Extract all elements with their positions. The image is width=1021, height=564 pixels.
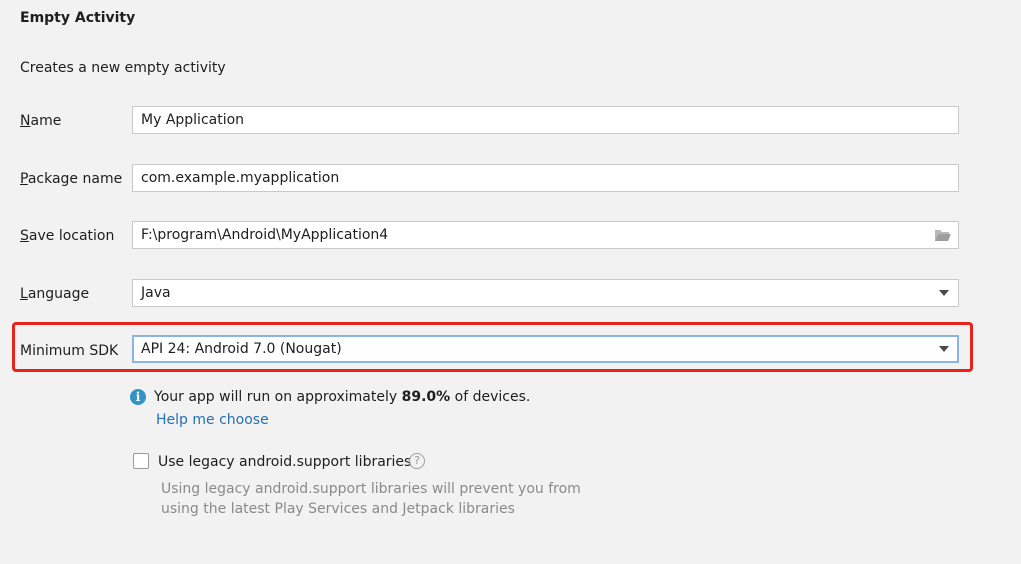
name-label-mnemonic: N [20, 113, 31, 129]
device-coverage-percentage: 89.0% [401, 389, 451, 405]
legacy-support-note: Using legacy android.support libraries w… [161, 481, 581, 517]
page-description: Creates a new empty activity [20, 60, 226, 76]
package-name-field-value: com.example.myapplication [141, 170, 340, 186]
device-coverage-suffix: of devices. [450, 389, 531, 405]
legacy-support-checkbox-label[interactable]: Use legacy android.support libraries [158, 452, 411, 472]
package-name-label-text: ackage name [27, 171, 123, 187]
language-label: Language [20, 284, 89, 304]
save-location-label: Save location [20, 226, 114, 246]
question-mark-icon[interactable]: ? [409, 453, 425, 469]
language-label-mnemonic: L [20, 286, 28, 302]
device-coverage-text: Your app will run on approximately 89.0%… [154, 387, 530, 407]
save-location-label-mnemonic: S [20, 228, 29, 244]
device-coverage-prefix: Your app will run on approximately [154, 389, 402, 405]
package-name-field[interactable]: com.example.myapplication [132, 164, 959, 192]
language-label-text: anguage [27, 286, 90, 302]
chevron-down-icon [939, 290, 949, 296]
language-dropdown[interactable]: Java [132, 279, 959, 307]
save-location-label-text: ave location [28, 228, 115, 244]
legacy-support-checkbox[interactable] [133, 453, 149, 469]
minimum-sdk-dropdown[interactable]: API 24: Android 7.0 (Nougat) [132, 335, 959, 363]
name-field-value: My Application [141, 112, 245, 128]
name-field[interactable]: My Application [132, 106, 959, 134]
save-location-field[interactable]: F:\program\Android\MyApplication4 [132, 221, 959, 249]
info-icon: i [130, 389, 146, 405]
page-title: Empty Activity [20, 10, 136, 26]
package-name-label-mnemonic: P [20, 171, 28, 187]
help-me-choose-link[interactable]: Help me choose [156, 410, 269, 430]
folder-icon[interactable] [934, 228, 952, 242]
chevron-down-icon [939, 346, 949, 352]
language-dropdown-value: Java [141, 285, 171, 301]
save-location-field-value: F:\program\Android\MyApplication4 [141, 227, 389, 243]
minimum-sdk-label: Minimum SDK [20, 343, 119, 359]
name-label-text: ame [30, 113, 62, 129]
name-label: Name [20, 111, 61, 131]
package-name-label: Package name [20, 169, 122, 189]
minimum-sdk-dropdown-value: API 24: Android 7.0 (Nougat) [141, 341, 342, 357]
